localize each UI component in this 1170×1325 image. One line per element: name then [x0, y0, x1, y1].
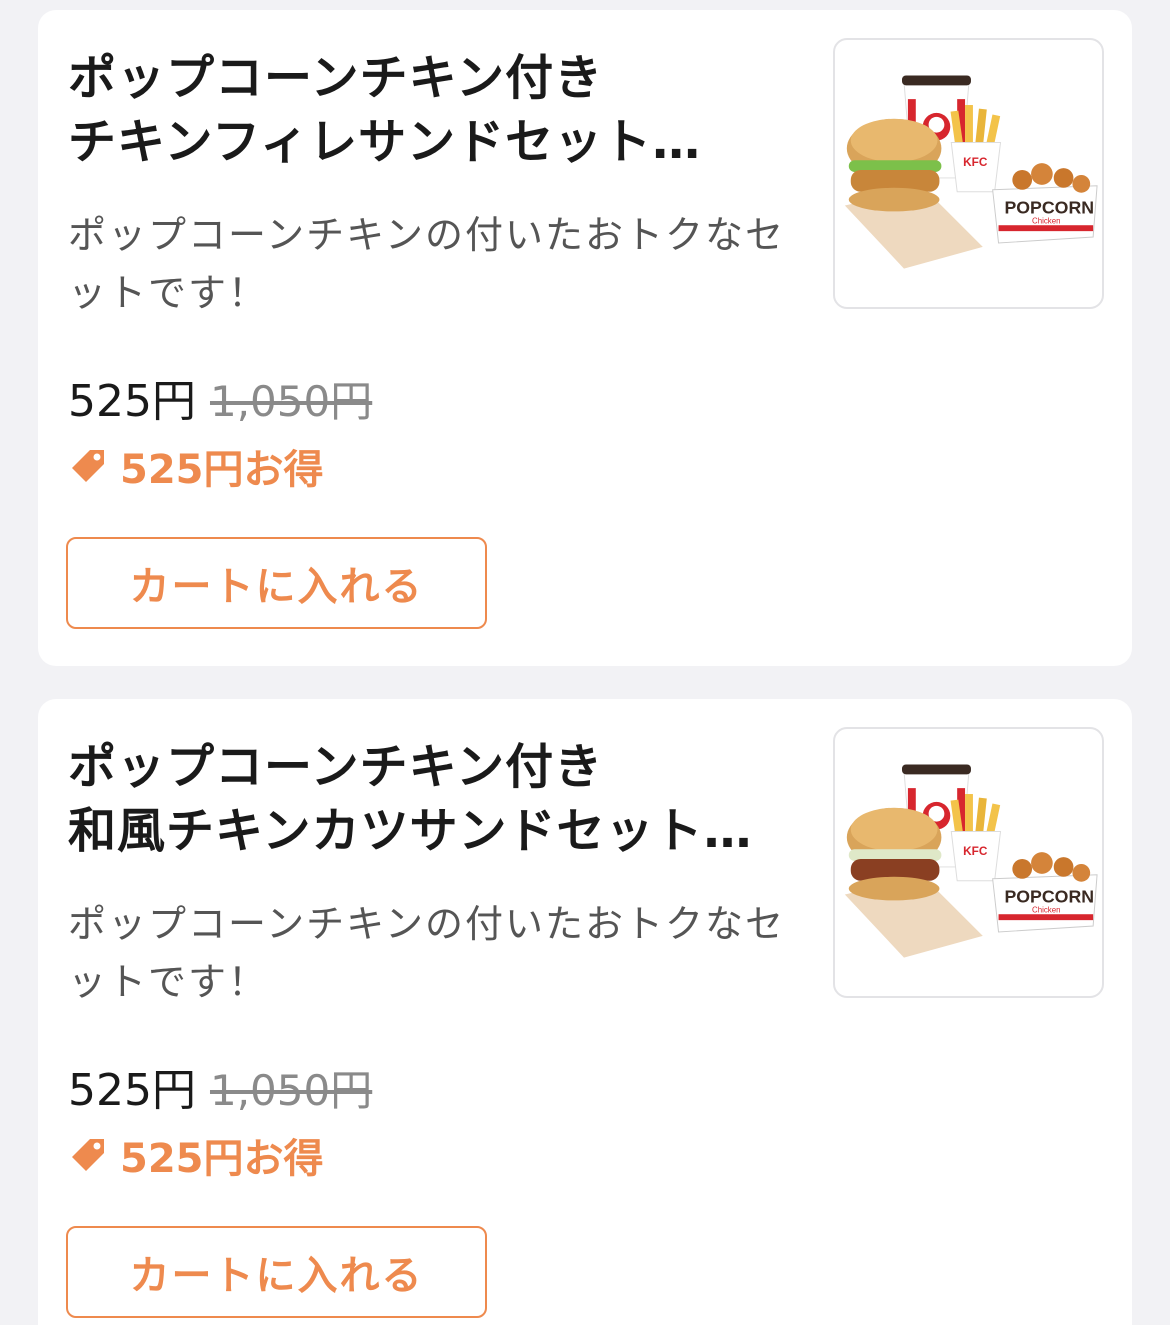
product-list: ポップコーンチキン付き チキンフィレサンドセット… ポップコーンチキンの付いたお… [0, 0, 1170, 1325]
product-card[interactable]: ポップコーンチキン付き 和風チキンカツサンドセット… ポップコーンチキンの付いた… [38, 699, 1132, 1325]
original-price: 1,050円 [209, 1066, 373, 1115]
original-price: 1,050円 [209, 377, 373, 426]
price-tag-icon [72, 450, 104, 482]
saving-badge: 525円お得 [68, 440, 324, 493]
product-title-line: ポップコーンチキン付き [68, 739, 604, 795]
kfc-set-photo-icon: KFC POPCORN Chicken [844, 764, 1098, 958]
product-title: ポップコーンチキン付き チキンフィレサンドセット… [68, 46, 808, 174]
product-title-line: ポップコーンチキン付き [68, 50, 604, 106]
product-title: ポップコーンチキン付き 和風チキンカツサンドセット… [68, 735, 808, 863]
saving-text: 525円お得 [120, 447, 324, 493]
product-title-line: 和風チキンカツサンドセット… [68, 803, 753, 859]
add-to-cart-button[interactable]: カートに入れる [66, 1226, 487, 1318]
product-description: ポップコーンチキンの付いたおトクなセットです！ [68, 902, 785, 1004]
saving-text: 525円お得 [120, 1136, 324, 1182]
product-image[interactable]: KFC POPCORN Chicken [833, 727, 1104, 998]
popcorn-label: POPCORN [1004, 886, 1094, 906]
kfc-box-label: KFC [963, 844, 988, 858]
kfc-box-label: KFC [963, 155, 988, 169]
kfc-set-photo-icon: KFC POPCORN Chicken [844, 75, 1098, 269]
popcorn-sub-label: Chicken [1032, 216, 1060, 225]
saving-badge: 525円お得 [68, 1129, 324, 1182]
sale-price: 525円 [68, 376, 196, 427]
popcorn-label: POPCORN [1004, 197, 1094, 217]
price-tag-icon [72, 1139, 104, 1171]
product-image[interactable]: KFC POPCORN Chicken [833, 38, 1104, 309]
add-to-cart-button[interactable]: カートに入れる [66, 537, 487, 629]
product-description: ポップコーンチキンの付いたおトクなセットです！ [68, 213, 785, 315]
popcorn-sub-label: Chicken [1032, 905, 1060, 914]
product-title-line: チキンフィレサンドセット… [68, 114, 702, 170]
price-row: 525円 1,050円 [68, 1054, 372, 1118]
sale-price: 525円 [68, 1065, 196, 1116]
price-row: 525円 1,050円 [68, 365, 372, 429]
product-card[interactable]: ポップコーンチキン付き チキンフィレサンドセット… ポップコーンチキンの付いたお… [38, 10, 1132, 666]
